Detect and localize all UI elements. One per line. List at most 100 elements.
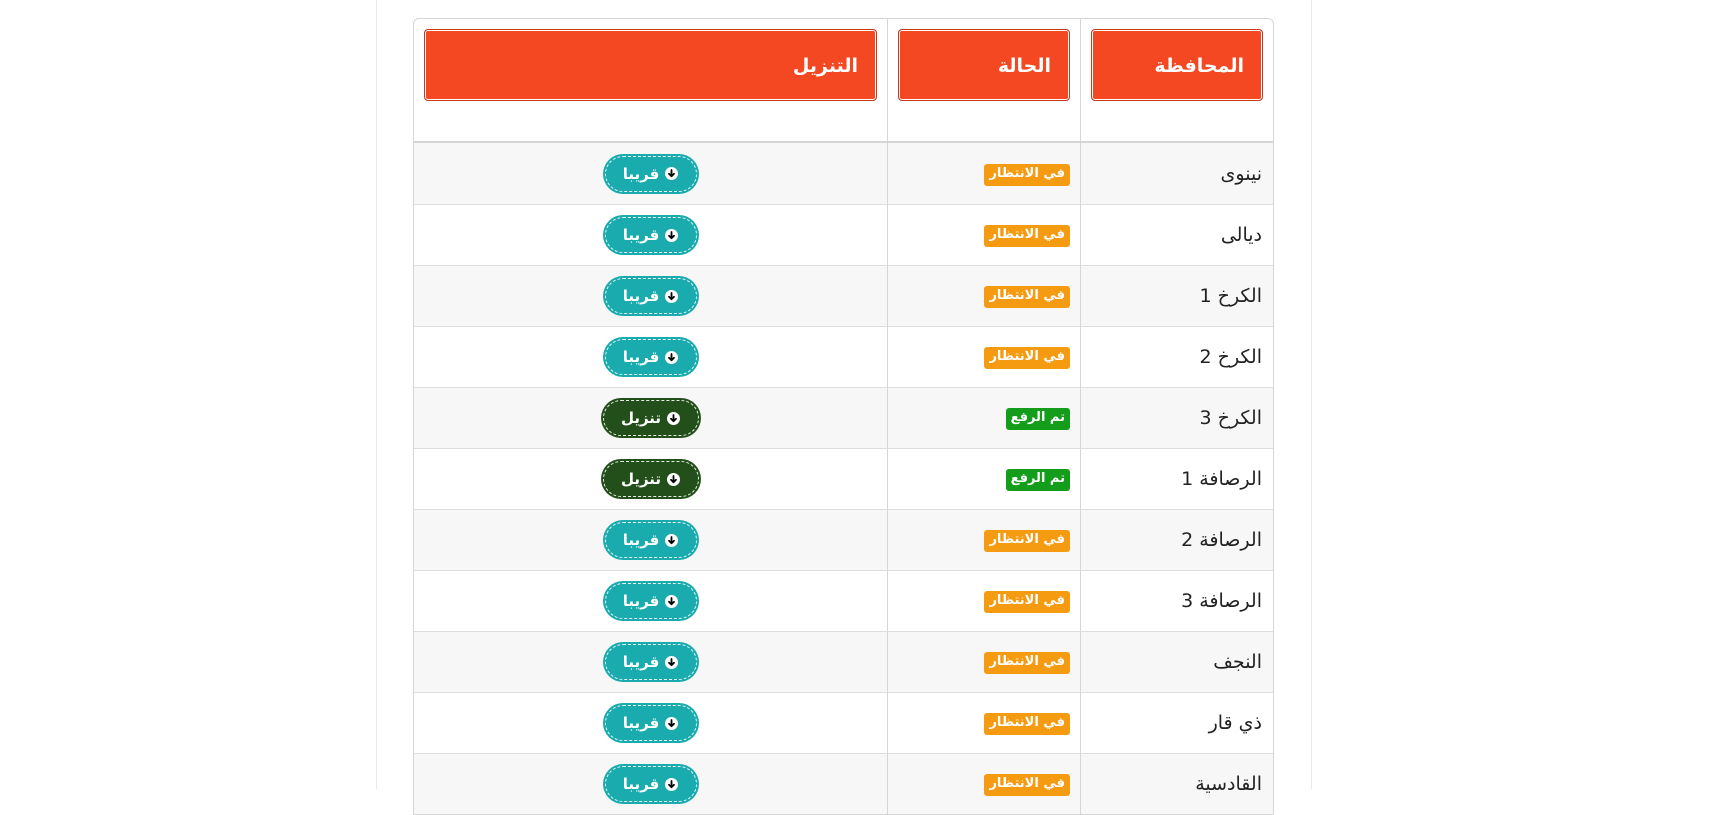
table-row-5: الكرخ 3 تم الرفع تنزيل — [414, 387, 1273, 448]
province-name: الكرخ 1 — [1199, 285, 1262, 307]
download-cell: قريبا — [414, 143, 887, 204]
download-button[interactable]: قريبا — [602, 337, 699, 377]
province-cell: الكرخ 3 — [1080, 387, 1273, 448]
download-button[interactable]: قريبا — [602, 520, 699, 560]
province-cell: الكرخ 1 — [1080, 265, 1273, 326]
download-button-label: قريبا — [622, 164, 660, 183]
arrow-circle-down-icon — [665, 716, 679, 730]
province-cell: الرصافة 1 — [1080, 448, 1273, 509]
status-cell: في الانتظار — [887, 631, 1080, 692]
province-name: الرصافة 2 — [1181, 529, 1262, 551]
province-cell: ديالى — [1080, 204, 1273, 265]
status-cell: في الانتظار — [887, 692, 1080, 753]
table-row-7: الرصافة 2 في الانتظار قريبا — [414, 509, 1273, 570]
status-badge: في الانتظار — [984, 591, 1070, 613]
arrow-circle-down-icon — [665, 289, 679, 303]
download-button-label: قريبا — [622, 348, 660, 366]
download-button-label: قريبا — [622, 287, 660, 305]
header-row: المحافظة الحالة التنزيل — [414, 19, 1273, 143]
province-name: القادسية — [1195, 773, 1262, 795]
table-row-10: ذي قار في الانتظار قريبا — [414, 692, 1273, 753]
download-button-label: قريبا — [622, 775, 660, 793]
table-row-6: الرصافة 1 تم الرفع تنزيل — [414, 448, 1273, 509]
status-badge: في الانتظار — [984, 530, 1070, 552]
status-cell: في الانتظار — [887, 509, 1080, 570]
download-button[interactable]: قريبا — [602, 215, 699, 255]
download-button[interactable]: قريبا — [602, 581, 699, 621]
header-download: التنزيل — [424, 29, 877, 101]
header-status: الحالة — [898, 29, 1070, 101]
province-cell: الرصافة 3 — [1080, 570, 1273, 631]
status-cell: في الانتظار — [887, 265, 1080, 326]
download-cell: قريبا — [414, 570, 887, 631]
province-cell: الرصافة 2 — [1080, 509, 1273, 570]
table-row-3: الكرخ 1 في الانتظار قريبا — [414, 265, 1273, 326]
arrow-circle-down-icon — [665, 167, 679, 180]
province-name: ديالى — [1220, 224, 1262, 246]
status-badge: في الانتظار — [984, 347, 1070, 369]
header-province: المحافظة — [1091, 29, 1263, 101]
province-name: ذي قار — [1208, 712, 1262, 734]
status-badge: في الانتظار — [984, 652, 1070, 674]
download-button-label: قريبا — [622, 714, 660, 732]
arrow-circle-down-icon — [667, 411, 681, 425]
arrow-circle-down-icon — [667, 472, 681, 486]
province-name: نينوى — [1220, 162, 1262, 185]
status-badge: تم الرفع — [1005, 469, 1070, 491]
province-name: الرصافة 3 — [1181, 590, 1262, 612]
status-cell: في الانتظار — [887, 326, 1080, 387]
header-download-cell: التنزيل — [414, 19, 887, 143]
download-button[interactable]: قريبا — [602, 703, 699, 743]
arrow-circle-down-icon — [665, 594, 679, 608]
download-cell: قريبا — [414, 326, 887, 387]
download-cell: قريبا — [414, 204, 887, 265]
status-cell: تم الرفع — [887, 387, 1080, 448]
download-button-label: قريبا — [622, 653, 660, 671]
header-status-cell: الحالة — [887, 19, 1080, 143]
download-button[interactable]: قريبا — [602, 153, 699, 194]
results-table: المحافظة الحالة التنزيل نينوى في الانتظا… — [413, 18, 1274, 815]
status-badge: في الانتظار — [984, 163, 1070, 186]
table-row-9: النجف في الانتظار قريبا — [414, 631, 1273, 692]
download-cell: قريبا — [414, 692, 887, 753]
download-button[interactable]: قريبا — [602, 764, 699, 804]
download-button-label: قريبا — [622, 531, 660, 549]
download-button[interactable]: تنزيل — [600, 398, 701, 438]
download-button[interactable]: قريبا — [602, 642, 699, 682]
arrow-circle-down-icon — [665, 655, 679, 669]
arrow-circle-down-icon — [665, 228, 679, 242]
status-cell: في الانتظار — [887, 204, 1080, 265]
download-button-label: قريبا — [622, 592, 660, 610]
status-badge: في الانتظار — [984, 225, 1070, 247]
province-cell: الكرخ 2 — [1080, 326, 1273, 387]
download-button[interactable]: تنزيل — [600, 459, 701, 499]
table-row-1: نينوى في الانتظار قريبا — [414, 143, 1273, 204]
province-name: الرصافة 1 — [1181, 468, 1262, 490]
status-badge: في الانتظار — [984, 713, 1070, 735]
arrow-circle-down-icon — [665, 533, 679, 547]
province-cell: نينوى — [1080, 143, 1273, 204]
province-name: النجف — [1213, 651, 1262, 673]
download-cell: قريبا — [414, 631, 887, 692]
download-cell: تنزيل — [414, 387, 887, 448]
download-button-label: تنزيل — [620, 470, 662, 488]
table-row-4: الكرخ 2 في الانتظار قريبا — [414, 326, 1273, 387]
table-body: نينوى في الانتظار قريبا ديالى في الانتظا… — [414, 143, 1273, 814]
header-province-cell: المحافظة — [1080, 19, 1273, 143]
table-row-2: ديالى في الانتظار قريبا — [414, 204, 1273, 265]
province-cell: النجف — [1080, 631, 1273, 692]
province-cell: ذي قار — [1080, 692, 1273, 753]
status-cell: في الانتظار — [887, 143, 1080, 204]
status-cell: تم الرفع — [887, 448, 1080, 509]
province-cell: القادسية — [1080, 753, 1273, 814]
download-cell: تنزيل — [414, 448, 887, 509]
status-cell: في الانتظار — [887, 570, 1080, 631]
arrow-circle-down-icon — [665, 350, 679, 364]
province-name: الكرخ 2 — [1199, 346, 1262, 368]
download-cell: قريبا — [414, 753, 887, 814]
download-button[interactable]: قريبا — [602, 276, 699, 316]
table-row-8: الرصافة 3 في الانتظار قريبا — [414, 570, 1273, 631]
download-cell: قريبا — [414, 509, 887, 570]
status-cell: في الانتظار — [887, 753, 1080, 814]
table-row-11: القادسية في الانتظار قريبا — [414, 753, 1273, 814]
